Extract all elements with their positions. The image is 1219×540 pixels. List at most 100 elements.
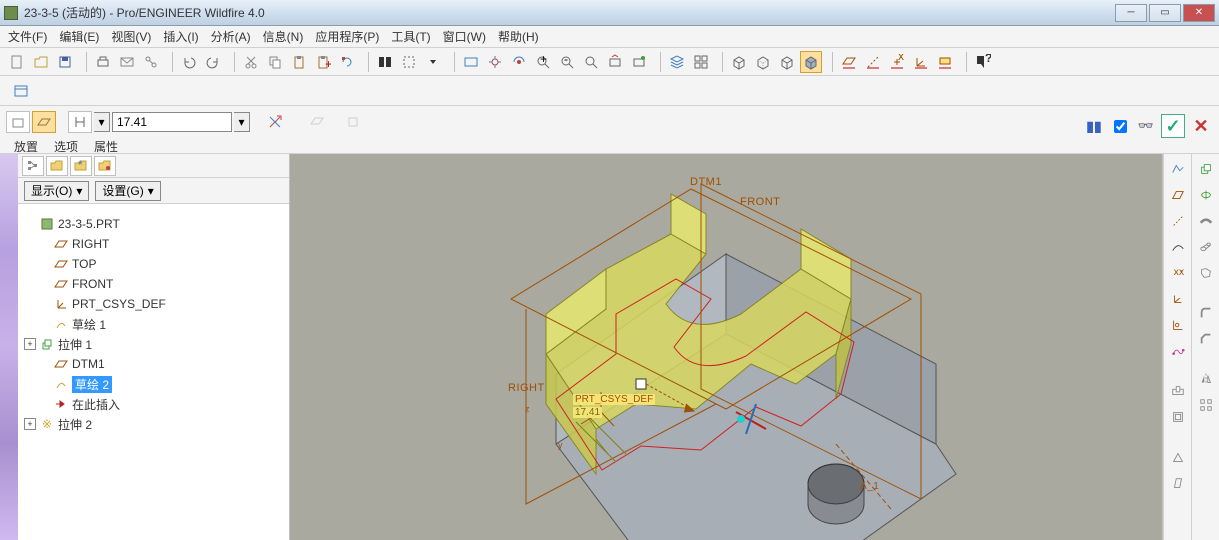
spin-center-icon[interactable] — [484, 51, 506, 73]
tree-settings-button[interactable]: 设置(G)▾ — [95, 181, 160, 201]
draft-tool-icon[interactable] — [1167, 472, 1189, 494]
zoom-in-icon[interactable]: + — [532, 51, 554, 73]
tree-csys[interactable]: PRT_CSYS_DEF — [20, 294, 287, 314]
depth-value-input[interactable] — [112, 112, 232, 132]
csys-toggle-icon[interactable] — [910, 51, 932, 73]
annotations-toggle-icon[interactable] — [934, 51, 956, 73]
extrude-surface-icon[interactable] — [32, 111, 56, 133]
print-icon[interactable] — [92, 51, 114, 73]
sketch-tool-icon[interactable] — [1167, 314, 1189, 336]
style-tool-icon[interactable] — [1167, 340, 1189, 362]
tree-tab-folder-icon[interactable] — [46, 156, 68, 176]
menu-insert[interactable]: 插入(I) — [163, 28, 198, 45]
tree-show-button[interactable]: 显示(O)▾ — [24, 181, 89, 201]
cancel-button[interactable]: ✕ — [1189, 114, 1213, 138]
view-manager-icon[interactable] — [690, 51, 712, 73]
select-box-icon[interactable] — [398, 51, 420, 73]
dashboard-tab-options[interactable]: 选项 — [54, 138, 78, 155]
extrude-tool-icon[interactable] — [1195, 158, 1217, 180]
sweep-tool-icon[interactable] — [1195, 210, 1217, 232]
remove-material-icon[interactable] — [306, 111, 328, 133]
tree-sketch2[interactable]: 草绘 2 — [20, 374, 287, 394]
tree-insert-here[interactable]: 在此插入 — [20, 394, 287, 414]
datum-point-toggle-icon[interactable]: x — [886, 51, 908, 73]
menu-application[interactable]: 应用程序(P) — [315, 28, 379, 45]
regenerate-icon[interactable] — [336, 51, 358, 73]
mail-icon[interactable] — [116, 51, 138, 73]
tree-root[interactable]: 23-3-5.PRT — [20, 214, 287, 234]
saved-view-icon[interactable] — [628, 51, 650, 73]
depth-blind-icon[interactable] — [68, 111, 92, 133]
tree-extrude1[interactable]: + 拉伸 1 — [20, 334, 287, 354]
menu-analysis[interactable]: 分析(A) — [211, 28, 251, 45]
close-button[interactable]: ✕ — [1183, 4, 1215, 22]
3d-viewport[interactable]: DTM1 FRONT RIGHT PRT_CSYS_DEF 17.41 A_1 … — [290, 154, 1163, 540]
blend-tool-icon[interactable] — [1195, 236, 1217, 258]
shading-icon[interactable] — [800, 51, 822, 73]
tree-dtm1[interactable]: DTM1 — [20, 354, 287, 374]
wireframe-icon[interactable] — [728, 51, 750, 73]
depth-type-dropdown-icon[interactable]: ▾ — [94, 112, 110, 132]
round-tool-icon[interactable] — [1195, 302, 1217, 324]
hole-tool-icon[interactable] — [1167, 380, 1189, 402]
mirror-tool-icon[interactable] — [1195, 368, 1217, 390]
menu-window[interactable]: 窗口(W) — [443, 28, 486, 45]
tree-tab-connections-icon[interactable] — [94, 156, 116, 176]
copy-link-icon[interactable] — [140, 51, 162, 73]
ok-button[interactable]: ✓ — [1161, 114, 1185, 138]
tree-datum-right[interactable]: RIGHT — [20, 234, 287, 254]
datum-plane-tool-icon[interactable] — [1167, 184, 1189, 206]
layers-icon[interactable] — [666, 51, 688, 73]
datum-curve-tool-icon[interactable] — [1167, 236, 1189, 258]
paste-special-icon[interactable]: + — [312, 51, 334, 73]
menu-tools[interactable]: 工具(T) — [391, 28, 430, 45]
datum-axis-toggle-icon[interactable] — [862, 51, 884, 73]
datum-point-tool-icon[interactable]: xx — [1167, 262, 1189, 284]
save-icon[interactable] — [54, 51, 76, 73]
window-split-icon[interactable] — [10, 80, 32, 102]
menu-edit[interactable]: 编辑(E) — [59, 28, 99, 45]
swept-blend-tool-icon[interactable] — [1195, 262, 1217, 284]
flip-direction-icon[interactable] — [264, 111, 286, 133]
view-mgr-icon[interactable] — [460, 51, 482, 73]
new-icon[interactable] — [6, 51, 28, 73]
dashboard-tab-properties[interactable]: 属性 — [94, 138, 118, 155]
minimize-button[interactable]: ─ — [1115, 4, 1147, 22]
chamfer-tool-icon[interactable] — [1195, 328, 1217, 350]
copy-icon[interactable] — [264, 51, 286, 73]
tree-tab-model-icon[interactable] — [22, 156, 44, 176]
preview-icon[interactable]: 👓 — [1135, 115, 1157, 137]
pause-icon[interactable]: ▮▮ — [1083, 115, 1105, 137]
cut-icon[interactable] — [240, 51, 262, 73]
datum-axis-tool-icon[interactable] — [1167, 210, 1189, 232]
refit-icon[interactable] — [580, 51, 602, 73]
csys-tool-icon[interactable] — [1167, 288, 1189, 310]
pattern-tool-icon[interactable] — [1195, 394, 1217, 416]
hidden-line-icon[interactable] — [752, 51, 774, 73]
model-tree[interactable]: 23-3-5.PRT RIGHT TOP FRONT PRT_CSYS_DEF — [18, 204, 289, 540]
expand-icon[interactable]: + — [24, 338, 36, 350]
undo-icon[interactable] — [178, 51, 200, 73]
rib-tool-icon[interactable] — [1167, 446, 1189, 468]
select-dropdown-icon[interactable] — [422, 51, 444, 73]
redo-icon[interactable] — [202, 51, 224, 73]
help-icon[interactable]: ? — [972, 51, 994, 73]
tree-tab-favorites-icon[interactable]: * — [70, 156, 92, 176]
tree-datum-top[interactable]: TOP — [20, 254, 287, 274]
menu-help[interactable]: 帮助(H) — [498, 28, 539, 45]
paste-icon[interactable] — [288, 51, 310, 73]
dashboard-tab-placement[interactable]: 放置 — [14, 138, 38, 155]
maximize-button[interactable]: ▭ — [1149, 4, 1181, 22]
revolve-tool-icon[interactable] — [1195, 184, 1217, 206]
menu-file[interactable]: 文件(F) — [8, 28, 47, 45]
shell-tool-icon[interactable] — [1167, 406, 1189, 428]
tree-sketch1[interactable]: 草绘 1 — [20, 314, 287, 334]
menu-info[interactable]: 信息(N) — [263, 28, 304, 45]
zoom-out-icon[interactable]: - — [556, 51, 578, 73]
dimension-value[interactable]: 17.41 — [573, 407, 602, 418]
sketch-line-icon[interactable] — [1167, 158, 1189, 180]
verify-checkbox[interactable] — [1109, 115, 1131, 137]
depth-value-dropdown-icon[interactable]: ▾ — [234, 112, 250, 132]
datum-plane-toggle-icon[interactable] — [838, 51, 860, 73]
thicken-icon[interactable] — [342, 111, 364, 133]
